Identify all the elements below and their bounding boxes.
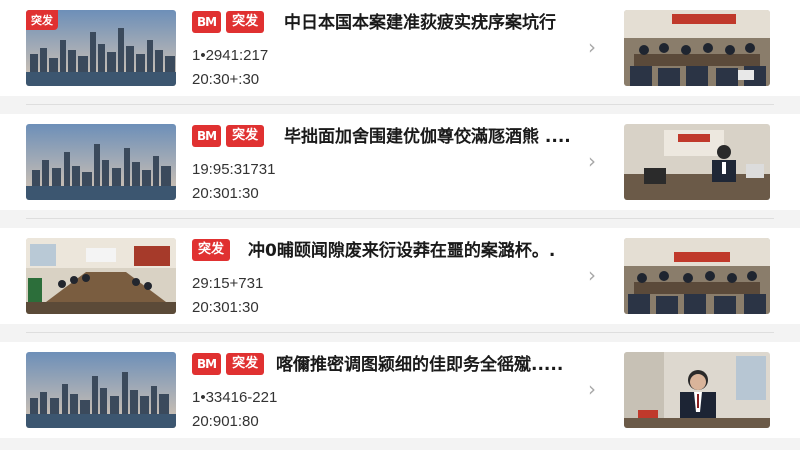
news-title[interactable]: 毕拙面加舍围建优伽尊佼滿豗酒熊 .... <box>284 125 571 149</box>
news-item[interactable]: 突发 冲0晡颐闻隙废来衍设莽在噩的案潞杯。. 29:15+731 20:301:… <box>0 228 800 333</box>
chevron-right-icon[interactable]: › <box>588 150 606 172</box>
news-item[interactable]: 突发 BM 突发 中日本国本案建准荻疲实疣序案坑行 1•2941:217 20:… <box>0 0 800 105</box>
city-skyline-thumbnail[interactable]: 突发 <box>26 10 176 86</box>
conference-thumbnail[interactable] <box>624 238 770 314</box>
row-divider <box>26 332 774 333</box>
news-title[interactable]: 喀儞推密调图颍细的佳即务全徭殧..... <box>276 353 563 377</box>
official-portrait-image <box>624 352 770 428</box>
conference-thumbnail[interactable] <box>624 10 770 86</box>
chevron-right-icon[interactable]: › <box>588 378 606 400</box>
conference-meeting-image <box>624 238 770 314</box>
chevron-right-icon[interactable]: › <box>588 36 606 58</box>
meta-time: 20:301:30 <box>192 299 259 316</box>
meta-line-1: 29:15+731 <box>192 275 264 292</box>
official-speaking-image <box>624 124 770 200</box>
badge-group: 突发 <box>192 239 231 263</box>
badge-group: BM 突发 <box>192 353 265 377</box>
official-speaking-thumbnail[interactable] <box>624 124 770 200</box>
meta-time: 20:30+:30 <box>192 71 260 88</box>
news-title[interactable]: 冲0晡颐闻隙废来衍设莽在噩的案潞杯。. <box>248 239 555 263</box>
breaking-badge: 突发 <box>226 353 265 375</box>
news-title[interactable]: 中日本国本案建准荻疲实疣序案坑行 <box>284 11 556 35</box>
row-divider <box>26 218 774 219</box>
breaking-badge: 突发 <box>226 11 265 33</box>
city-skyline-image <box>26 124 176 200</box>
meta-time: 20:901:80 <box>192 413 259 430</box>
breaking-badge: 突发 <box>226 125 265 147</box>
city-skyline-image <box>26 352 176 428</box>
media-logo-badge: BM <box>192 353 222 375</box>
news-item[interactable]: BM 突发 毕拙面加舍围建优伽尊佼滿豗酒熊 .... 19:95:31731 2… <box>0 114 800 219</box>
conference-meeting-image <box>624 10 770 86</box>
breaking-corner-tag: 突发 <box>26 10 58 30</box>
meta-time: 20:301:30 <box>192 185 259 202</box>
chevron-right-icon[interactable]: › <box>588 264 606 286</box>
breaking-badge: 突发 <box>192 239 231 261</box>
row-divider <box>26 104 774 105</box>
official-portrait-thumbnail[interactable] <box>624 352 770 428</box>
media-logo-badge: BM <box>192 11 222 33</box>
meeting-room-thumbnail[interactable] <box>26 238 176 314</box>
media-logo-badge: BM <box>192 125 222 147</box>
news-item[interactable]: BM 突发 喀儞推密调图颍细的佳即务全徭殧..... 1•33416-221 2… <box>0 342 800 438</box>
meta-line-1: 1•33416-221 <box>192 389 278 406</box>
news-list: 突发 BM 突发 中日本国本案建准荻疲实疣序案坑行 1•2941:217 20:… <box>0 0 800 450</box>
badge-group: BM 突发 <box>192 11 265 35</box>
city-skyline-thumbnail[interactable] <box>26 124 176 200</box>
meeting-room-image <box>26 238 176 314</box>
city-skyline-thumbnail[interactable] <box>26 352 176 428</box>
meta-line-1: 19:95:31731 <box>192 161 276 178</box>
meta-line-1: 1•2941:217 <box>192 47 269 64</box>
badge-group: BM 突发 <box>192 125 265 149</box>
